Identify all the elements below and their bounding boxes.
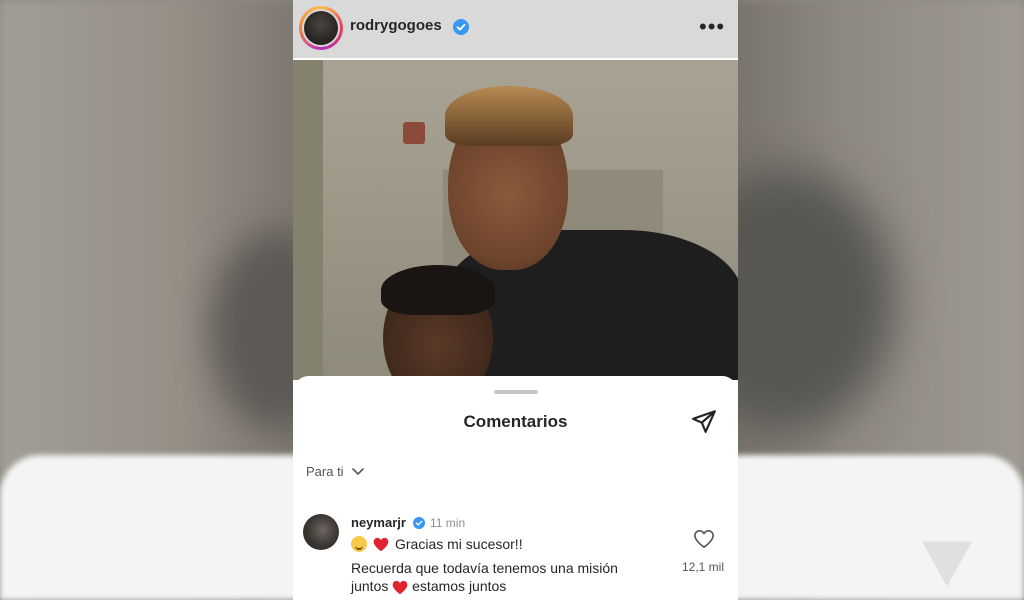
comment-filter-dropdown[interactable]: Para ti — [306, 464, 364, 479]
comment-text: Recuerda que todavía tenemos una misión — [351, 560, 618, 576]
heart-outline-icon[interactable] — [693, 529, 715, 549]
filter-label: Para ti — [306, 464, 344, 479]
red-heart-emoji — [373, 537, 389, 551]
chevron-down-icon — [351, 467, 364, 475]
like-count: 12,1 mil — [681, 560, 725, 574]
post-username[interactable]: rodrygogoes — [350, 17, 442, 34]
comment-text-line-1: Gracias mi sucesor!! — [351, 536, 523, 552]
more-options-icon[interactable]: ••• — [699, 14, 725, 40]
commenter-username[interactable]: neymarjr — [351, 515, 406, 530]
smiling-tear-emoji — [351, 536, 367, 552]
comments-title: Comentarios — [463, 412, 568, 431]
post-photo[interactable] — [293, 60, 738, 380]
comment-timestamp: 11 min — [430, 516, 466, 530]
comment-text: juntos — [351, 578, 389, 594]
red-heart-emoji — [392, 580, 408, 594]
comment-text-line-2: Recuerda que todavía tenemos una misión … — [351, 559, 671, 595]
comment-text: Gracias mi sucesor!! — [395, 536, 523, 552]
comment-text: estamos juntos — [412, 578, 507, 594]
commenter-avatar[interactable] — [303, 514, 339, 550]
share-icon[interactable] — [691, 408, 717, 434]
background-share-icon — [922, 541, 972, 587]
comments-sheet: Comentarios Para ti neymarjr 11 min Grac… — [293, 376, 738, 600]
post-header: rodrygogoes ••• — [293, 0, 738, 58]
verified-badge-icon — [453, 19, 469, 35]
sheet-grabber[interactable] — [494, 390, 538, 394]
profile-avatar[interactable] — [299, 6, 343, 50]
verified-badge-icon — [413, 517, 425, 529]
post-view: rodrygogoes ••• Comentarios Para ti neym… — [293, 0, 738, 600]
